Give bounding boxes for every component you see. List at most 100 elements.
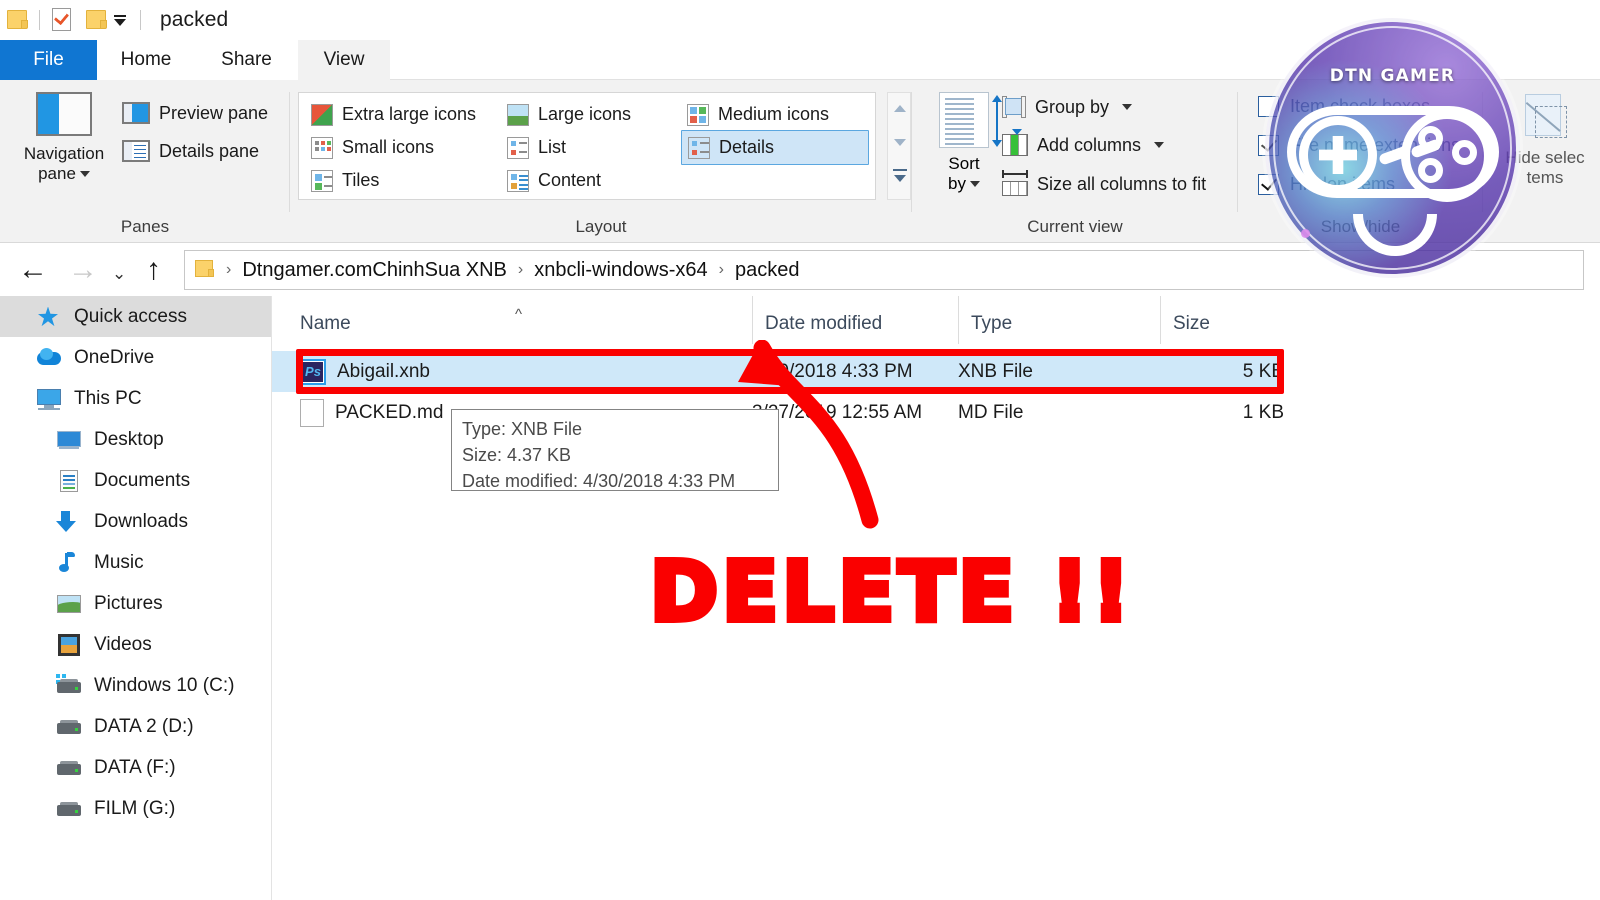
column-header-size[interactable]: Size — [1160, 296, 1302, 344]
group-label-panes: Panes — [120, 217, 170, 236]
file-type-cell: MD File — [958, 402, 1024, 423]
sidebar-item-windows-c[interactable]: Windows 10 (C:) — [0, 665, 271, 706]
tab-file[interactable]: File — [0, 40, 97, 80]
layout-gallery-scrollbar[interactable] — [887, 92, 911, 200]
forward-button[interactable]: → — [68, 252, 98, 288]
breadcrumb-item-1[interactable]: xnbcli-windows-x64 — [532, 259, 709, 282]
layout-content[interactable]: Content — [501, 164, 649, 197]
file-name-cell: PACKED.md — [300, 392, 443, 433]
sidebar-item-documents[interactable]: Documents — [0, 460, 271, 501]
scroll-up-icon[interactable] — [894, 105, 906, 112]
back-button[interactable]: ← — [18, 252, 48, 288]
sidebar-item-data-f[interactable]: DATA (F:) — [0, 747, 271, 788]
table-row[interactable]: Ps Abigail.xnb 4/30/2018 4:33 PM XNB Fil… — [272, 351, 1284, 392]
item-check-boxes-option[interactable]: Item check boxes — [1258, 96, 1430, 117]
hide-selected-items-icon — [1521, 94, 1569, 144]
sidebar-item-desktop[interactable]: Desktop — [0, 419, 271, 460]
large-icons-icon — [507, 103, 529, 126]
layout-small-icons[interactable]: Small icons — [305, 131, 501, 164]
hidden-items-label: Hidden items — [1290, 174, 1396, 194]
column-header-name[interactable]: Name — [272, 296, 752, 344]
chevron-down-icon[interactable] — [109, 9, 131, 31]
layout-list[interactable]: List — [501, 131, 649, 164]
file-date-cell: 4/30/2018 4:33 PM — [752, 361, 913, 382]
title-bar: packed — [0, 0, 1600, 40]
sidebar-item-onedrive[interactable]: OneDrive — [0, 337, 271, 378]
details-pane-label: Details pane — [159, 140, 260, 161]
navigation-pane-button[interactable]: Navigation pane — [18, 92, 110, 204]
details-pane-icon — [122, 140, 150, 162]
address-bar: ← → ⌄ ↑ › Dtngamer.comChinhSua XNB › xnb… — [0, 244, 1600, 296]
sort-by-icon — [939, 92, 1002, 148]
breadcrumb-separator: › — [517, 261, 524, 278]
download-arrow-icon — [56, 510, 82, 534]
size-all-columns-button[interactable]: Size all columns to fit — [1002, 170, 1206, 196]
hide-selected-items-button[interactable]: Hide selec tems — [1499, 94, 1591, 189]
sidebar-item-pictures[interactable]: Pictures — [0, 583, 271, 624]
file-name-cell: Ps Abigail.xnb — [300, 351, 430, 392]
column-header-type[interactable]: Type — [958, 296, 1160, 344]
breadcrumb-item-2[interactable]: packed — [733, 259, 802, 282]
ribbon-group-options: Hide selec tems — [1483, 80, 1600, 243]
size-columns-icon — [1002, 170, 1028, 196]
tab-home[interactable]: Home — [97, 40, 195, 80]
sort-ascending-icon: ^ — [515, 306, 523, 323]
up-button[interactable]: ↑ — [146, 252, 161, 288]
folder-icon[interactable] — [83, 8, 109, 32]
tiles-icon — [311, 169, 333, 192]
scroll-down-icon[interactable] — [894, 139, 906, 146]
folder-icon — [193, 259, 217, 281]
tooltip-size: Size: 4.37 KB — [462, 445, 572, 465]
sidebar-item-music[interactable]: Music — [0, 542, 271, 583]
sort-by-button[interactable]: Sort by — [926, 92, 1002, 212]
preview-pane-button[interactable]: Preview pane — [122, 102, 268, 124]
chevron-down-icon — [1154, 142, 1165, 148]
extra-large-icons-icon — [311, 103, 333, 126]
divider — [140, 10, 141, 30]
preview-pane-label: Preview pane — [159, 102, 269, 123]
file-name-text: PACKED.md — [335, 401, 444, 423]
sidebar-item-film-g[interactable]: FILM (G:) — [0, 788, 271, 829]
file-name-extensions-option[interactable]: File name extensions — [1258, 135, 1460, 156]
hide-selected-label-line1: Hide selec — [1505, 148, 1585, 167]
group-label-current-view: Current view — [1027, 217, 1123, 236]
layout-extra-large-icons[interactable]: Extra large icons — [305, 98, 501, 131]
tab-view[interactable]: View — [298, 40, 390, 80]
navigation-pane-label-line2: pane — [38, 163, 76, 183]
layout-large-icons[interactable]: Large icons — [501, 98, 649, 131]
group-by-button[interactable]: Group by — [1002, 96, 1133, 118]
recent-locations-button[interactable]: ⌄ — [112, 256, 126, 292]
column-header-date-modified[interactable]: Date modified — [752, 296, 958, 344]
sidebar-item-downloads[interactable]: Downloads — [0, 501, 271, 542]
document-icon — [56, 469, 82, 493]
tab-share[interactable]: Share — [195, 40, 298, 80]
sidebar-item-this-pc[interactable]: This PC — [0, 378, 271, 419]
hidden-items-option[interactable]: Hidden items — [1258, 174, 1395, 195]
checklist-icon[interactable] — [49, 7, 73, 33]
sidebar-item-videos[interactable]: Videos — [0, 624, 271, 665]
expand-gallery-icon[interactable] — [894, 175, 906, 182]
chevron-down-icon — [969, 181, 980, 188]
add-columns-button[interactable]: Add columns — [1002, 129, 1165, 156]
sidebar-item-data2-d[interactable]: DATA 2 (D:) — [0, 706, 271, 747]
layout-details[interactable]: Details — [681, 130, 869, 165]
blank-file-icon — [300, 398, 324, 427]
ribbon-group-layout: Extra large icons Large icons Medium ico… — [290, 80, 912, 243]
layout-medium-icons[interactable]: Medium icons — [681, 98, 869, 131]
add-columns-icon — [1002, 129, 1028, 156]
drive-icon — [56, 797, 82, 821]
details-pane-button[interactable]: Details pane — [122, 140, 259, 162]
column-header-row: Name ^ Date modified Type Size — [272, 296, 1302, 344]
ribbon-group-panes: Navigation pane Preview pane Details pan… — [0, 80, 290, 243]
breadcrumb-item-0[interactable]: Dtngamer.comChinhSua XNB — [240, 259, 509, 282]
checkbox-unchecked-icon[interactable] — [1258, 96, 1279, 117]
group-by-label: Group by — [1035, 96, 1110, 117]
photoshop-file-icon: Ps — [300, 358, 326, 385]
sidebar-item-quick-access[interactable]: Quick access — [0, 296, 271, 337]
layout-tiles[interactable]: Tiles — [305, 164, 501, 197]
breadcrumb[interactable]: › Dtngamer.comChinhSua XNB › xnbcli-wind… — [184, 250, 1584, 290]
checkbox-checked-icon[interactable] — [1258, 135, 1279, 156]
checkbox-checked-icon[interactable] — [1258, 174, 1279, 195]
content-icon — [507, 169, 529, 192]
folder-icon[interactable] — [4, 8, 30, 32]
